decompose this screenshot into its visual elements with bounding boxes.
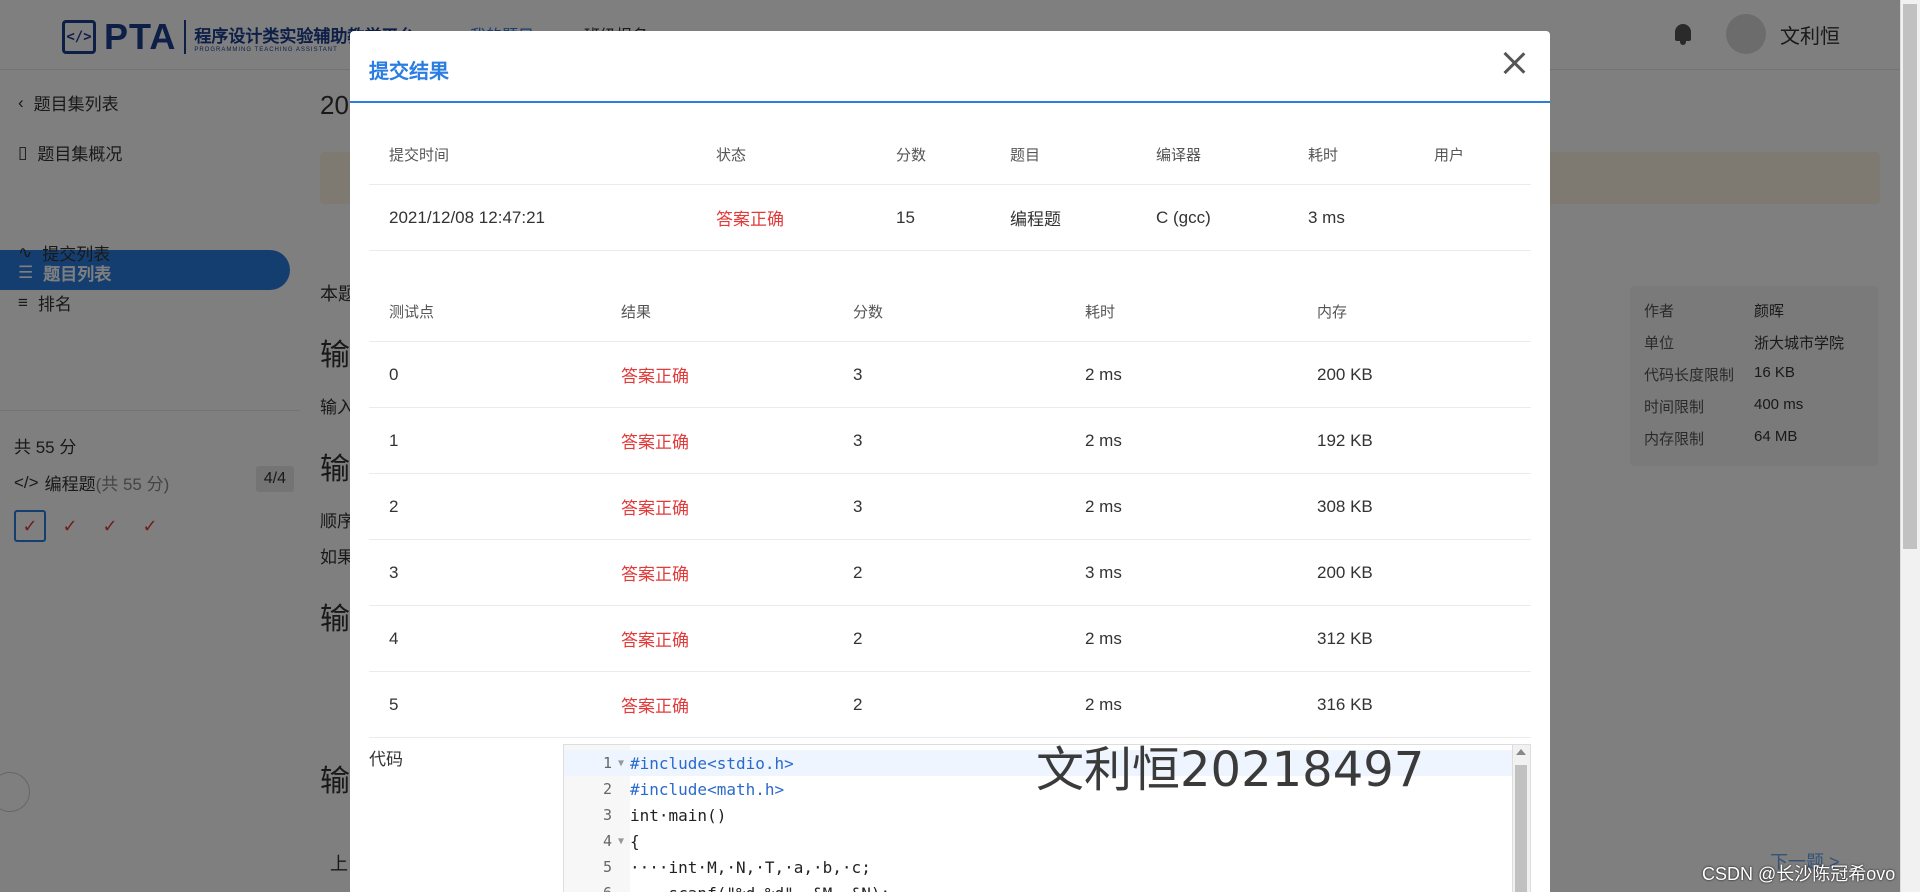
case-memory: 312 KB <box>1317 628 1373 648</box>
case-time: 2 ms <box>1085 628 1122 648</box>
submit-time: 2021/12/08 12:47:21 <box>389 207 545 227</box>
code-text: int·main() <box>630 805 727 825</box>
column-header: 结果 <box>621 304 652 321</box>
case-memory: 200 KB <box>1317 364 1373 384</box>
column-header: 内存 <box>1317 304 1348 321</box>
case-result: 答案正确 <box>621 367 689 386</box>
line-number: 4 <box>602 832 612 850</box>
case-result: 答案正确 <box>621 433 689 452</box>
case-id: 5 <box>389 694 399 714</box>
status-badge: 答案正确 <box>716 210 784 229</box>
table-row: 2021/12/08 12:47:21 答案正确 15 编程题 C (gcc) … <box>369 185 1531 251</box>
table-row: 0 答案正确 3 2 ms 200 KB <box>369 342 1531 408</box>
column-header: 分数 <box>896 147 927 164</box>
table-header-row: 提交时间 状态 分数 题目 编译器 耗时 用户 <box>369 125 1531 185</box>
code-line[interactable]: 5 ····int·M,·N,·T,·a,·b,·c; <box>564 854 1514 880</box>
column-header: 分数 <box>853 304 884 321</box>
case-result: 答案正确 <box>621 499 689 518</box>
case-result: 答案正确 <box>621 565 689 584</box>
case-time: 2 ms <box>1085 496 1122 516</box>
case-id: 2 <box>389 496 399 516</box>
case-memory: 200 KB <box>1317 562 1373 582</box>
code-text: ····scanf("%d·%d",·&M,·&N); <box>630 884 890 892</box>
column-header: 编译器 <box>1156 147 1202 164</box>
submission-table: 提交时间 状态 分数 题目 编译器 耗时 用户 2021/12/08 12:47… <box>369 125 1531 251</box>
case-id: 4 <box>389 628 399 648</box>
case-score: 2 <box>853 694 863 714</box>
table-row: 4 答案正确 2 2 ms 312 KB <box>369 606 1531 672</box>
column-header: 提交时间 <box>389 147 450 164</box>
case-score: 3 <box>853 430 863 450</box>
case-time: 2 ms <box>1085 364 1122 384</box>
case-time: 2 ms <box>1085 430 1122 450</box>
csdn-watermark: CSDN @长沙陈冠希ovo <box>1702 864 1896 884</box>
case-memory: 192 KB <box>1317 430 1373 450</box>
case-time: 2 ms <box>1085 694 1122 714</box>
case-id: 0 <box>389 364 399 384</box>
line-number: 3 <box>602 806 612 824</box>
case-result: 答案正确 <box>621 631 689 650</box>
page-scrollbar[interactable] <box>1900 0 1920 892</box>
column-header: 题目 <box>1010 147 1041 164</box>
case-memory: 316 KB <box>1317 694 1373 714</box>
case-time: 3 ms <box>1085 562 1122 582</box>
score: 15 <box>896 207 915 227</box>
code-line[interactable]: 3 int·main() <box>564 802 1514 828</box>
case-id: 3 <box>389 562 399 582</box>
table-row: 2 答案正确 3 2 ms 308 KB <box>369 474 1531 540</box>
case-score: 3 <box>853 364 863 384</box>
close-icon[interactable] <box>1500 49 1528 77</box>
line-number: 6 <box>564 884 612 892</box>
code-line[interactable]: 4 ▼ { <box>564 828 1514 854</box>
column-header: 用户 <box>1434 147 1465 164</box>
compiler: C (gcc) <box>1156 207 1211 227</box>
table-row: 5 答案正确 2 2 ms 316 KB <box>369 672 1531 738</box>
code-label: 代码 <box>369 750 403 769</box>
code-text: ····int·M,·N,·T,·a,·b,·c; <box>630 857 871 877</box>
fold-icon[interactable]: ▼ <box>612 836 630 847</box>
code-line[interactable]: 6 ····scanf("%d·%d",·&M,·&N); <box>564 880 1514 892</box>
line-number: 5 <box>602 858 612 876</box>
fold-icon[interactable]: ▼ <box>612 758 630 769</box>
scroll-up-icon[interactable] <box>1516 749 1526 755</box>
column-header: 测试点 <box>389 304 435 321</box>
dialog-title: 提交结果 <box>369 61 449 83</box>
code-text: { <box>630 831 640 851</box>
elapsed-time: 3 ms <box>1308 207 1345 227</box>
column-header: 耗时 <box>1308 147 1339 164</box>
problem-name[interactable]: 编程题 <box>990 205 1136 230</box>
column-header: 耗时 <box>1085 304 1116 321</box>
test-case-table: 测试点 结果 分数 耗时 内存 0 答案正确 3 2 ms 200 KB 1 答… <box>369 282 1531 738</box>
code-text: #include<stdio.h> <box>630 753 794 773</box>
submission-result-dialog: 提交结果 提交时间 状态 分数 题目 编译器 耗时 用户 2021/12/08 … <box>350 31 1550 892</box>
dialog-header: 提交结果 <box>350 31 1550 103</box>
code-scrollbar[interactable] <box>1512 745 1530 892</box>
case-score: 2 <box>853 562 863 582</box>
line-number: 2 <box>602 780 612 798</box>
table-header-row: 测试点 结果 分数 耗时 内存 <box>369 282 1531 342</box>
case-score: 3 <box>853 496 863 516</box>
name-watermark: 文利恒20218497 <box>1036 742 1425 798</box>
case-id: 1 <box>389 430 399 450</box>
line-number: 1 <box>602 754 612 772</box>
case-score: 2 <box>853 628 863 648</box>
page-scrollbar-thumb[interactable] <box>1903 4 1917 549</box>
code-scrollbar-thumb[interactable] <box>1515 765 1527 892</box>
code-text: #include<math.h> <box>630 779 785 799</box>
case-memory: 308 KB <box>1317 496 1373 516</box>
table-row: 1 答案正确 3 2 ms 192 KB <box>369 408 1531 474</box>
table-row: 3 答案正确 2 3 ms 200 KB <box>369 540 1531 606</box>
column-header: 状态 <box>716 147 747 164</box>
case-result: 答案正确 <box>621 697 689 716</box>
